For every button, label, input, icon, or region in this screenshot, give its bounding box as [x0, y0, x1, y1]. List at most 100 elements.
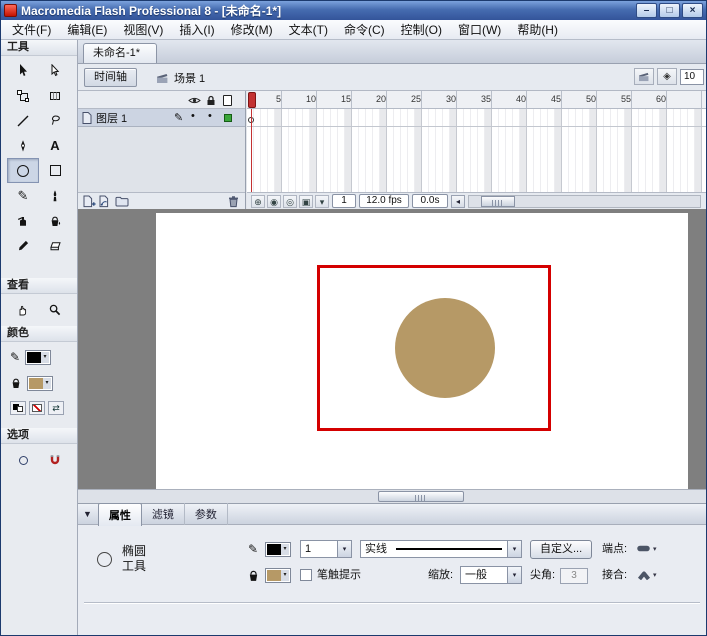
miter-input[interactable]: 3 — [560, 568, 588, 584]
stroke-color-chip[interactable]: ▾ — [265, 542, 291, 557]
lock-icon[interactable] — [206, 95, 216, 106]
gradient-transform-tool[interactable] — [39, 83, 71, 108]
stage-horizontal-scrollbar[interactable] — [78, 489, 706, 503]
layer-frames-row[interactable] — [247, 109, 706, 127]
drawn-oval-shape[interactable] — [395, 298, 495, 398]
tab-properties[interactable]: 属性 — [97, 502, 142, 526]
fill-color-chip[interactable]: ▾ — [27, 375, 53, 391]
oval-tool[interactable] — [7, 158, 39, 183]
collapse-panel-icon[interactable]: ▼ — [83, 509, 92, 519]
stage-canvas[interactable] — [156, 213, 688, 489]
object-drawing-icon — [18, 455, 28, 465]
stage-scrollbar-thumb[interactable] — [378, 491, 464, 502]
zoom-tool[interactable] — [39, 298, 71, 322]
menu-item[interactable]: 帮助(H) — [509, 19, 566, 40]
swap-colors-button[interactable]: ⇄ — [48, 401, 64, 415]
pencil-tool[interactable]: ✎ — [7, 183, 39, 208]
drawn-rectangle-shape[interactable] — [317, 265, 551, 431]
layer-show-dot[interactable]: • — [191, 110, 195, 122]
stroke-height-combo[interactable]: 1 ▾ — [300, 540, 352, 558]
timeline-scrollbar-track[interactable] — [468, 194, 701, 208]
object-drawing-toggle[interactable] — [7, 448, 39, 472]
lasso-tool[interactable] — [39, 108, 71, 133]
menu-item[interactable]: 视图(V) — [115, 19, 171, 40]
tab-filters[interactable]: 滤镜 — [142, 503, 185, 525]
timeline-status-icon[interactable]: ◎ — [283, 194, 297, 208]
free-transform-tool[interactable] — [7, 83, 39, 108]
menu-item[interactable]: 文本(T) — [281, 19, 336, 40]
flash-app-icon — [4, 4, 17, 17]
snap-to-objects-toggle[interactable] — [39, 448, 71, 472]
layer-lock-dot[interactable]: • — [208, 110, 212, 122]
text-tool[interactable]: A — [39, 133, 71, 158]
scale-combo[interactable]: 一般 ▾ — [460, 566, 522, 584]
brush-tool[interactable] — [39, 183, 71, 208]
document-tab[interactable]: 未命名-1* — [83, 43, 158, 63]
timeline-status-bar: ⊕ ◉ ◎ ▣ ▾ 1 12.0 fps 0.0s ◂ — [247, 192, 706, 209]
frame-rate-box[interactable]: 12.0 fps — [359, 194, 409, 208]
timeline-toggle-button[interactable]: 时间轴 — [84, 68, 137, 87]
timeline-status-icon[interactable]: ◉ — [267, 194, 281, 208]
cap-style-button[interactable]: ▾ — [634, 540, 660, 557]
layer-row[interactable]: 图层 1 ✎ • • — [78, 109, 245, 127]
timeline-status-icon[interactable]: ▾ — [315, 194, 329, 208]
custom-stroke-button[interactable]: 自定义... — [530, 540, 593, 559]
menu-item[interactable]: 编辑(E) — [59, 19, 115, 40]
eyedropper-tool[interactable] — [7, 233, 39, 258]
ink-bottle-tool[interactable] — [7, 208, 39, 233]
close-button[interactable]: × — [682, 3, 703, 18]
timeline-status-icon[interactable]: ⊕ — [251, 194, 265, 208]
show-hide-icon[interactable] — [188, 96, 201, 105]
insert-layer-button[interactable] — [83, 195, 96, 208]
menu-item[interactable]: 命令(C) — [336, 19, 393, 40]
hand-tool[interactable] — [7, 298, 39, 322]
stroke-color-chip[interactable]: ▾ — [25, 349, 52, 365]
menu-item[interactable]: 文件(F) — [4, 19, 59, 40]
selection-tool[interactable] — [7, 58, 39, 83]
add-motion-guide-button[interactable] — [99, 195, 112, 208]
chevron-down-icon[interactable]: ▾ — [507, 541, 521, 557]
stroke-style-combo[interactable]: 实线 ▾ — [360, 540, 522, 558]
menu-item[interactable]: 控制(O) — [393, 19, 450, 40]
timeline-scrollbar-thumb[interactable] — [481, 195, 515, 207]
join-style-button[interactable]: ▾ — [634, 566, 660, 583]
layer-name[interactable]: 图层 1 — [96, 110, 127, 126]
rectangle-tool[interactable] — [39, 158, 71, 183]
line-tool[interactable] — [7, 108, 39, 133]
timeline-scroll-left-button[interactable]: ◂ — [451, 194, 465, 208]
chevron-down-icon[interactable]: ▾ — [507, 567, 521, 583]
timeline-header: 时间轴 场景 1 ◈ 10 — [78, 64, 706, 91]
playhead-marker[interactable] — [248, 92, 256, 108]
stage-zoom-input[interactable]: 10 — [680, 68, 704, 85]
layer-outline-color-swatch[interactable] — [224, 114, 232, 122]
delete-layer-trash-button[interactable] — [227, 195, 240, 208]
no-color-button[interactable] — [29, 401, 45, 415]
paint-bucket-tool[interactable] — [39, 208, 71, 233]
frames-grid[interactable] — [247, 109, 706, 192]
maximize-button[interactable]: □ — [659, 3, 680, 18]
ruler-number: 60 — [655, 94, 666, 104]
eraser-tool[interactable] — [39, 233, 71, 258]
timeline-ruler[interactable]: 5 10 15 20 25 30 35 40 45 50 55 60 — [247, 91, 706, 109]
stage-area[interactable] — [78, 209, 706, 489]
subselection-tool[interactable] — [39, 58, 71, 83]
stroke-hinting-checkbox[interactable] — [300, 569, 312, 581]
edit-scene-button[interactable] — [634, 68, 654, 85]
minimize-button[interactable]: – — [636, 3, 657, 18]
menu-item[interactable]: 窗口(W) — [450, 19, 509, 40]
join-style-icon — [637, 571, 651, 580]
scene-name[interactable]: 场景 1 — [174, 70, 205, 86]
outline-view-icon[interactable] — [223, 95, 232, 106]
menu-item[interactable]: 插入(I) — [171, 19, 222, 40]
line-icon — [17, 115, 29, 126]
fill-color-chip[interactable]: ▾ — [265, 568, 291, 583]
pen-tool[interactable] — [7, 133, 39, 158]
tab-parameters[interactable]: 参数 — [185, 503, 228, 525]
black-white-button[interactable] — [10, 401, 26, 415]
chevron-down-icon[interactable]: ▾ — [337, 541, 351, 557]
current-frame-box[interactable]: 1 — [332, 194, 356, 208]
edit-symbol-button[interactable]: ◈ — [657, 68, 677, 85]
timeline-status-icon[interactable]: ▣ — [299, 194, 313, 208]
menu-item[interactable]: 修改(M) — [223, 19, 281, 40]
insert-folder-button[interactable] — [115, 195, 129, 207]
